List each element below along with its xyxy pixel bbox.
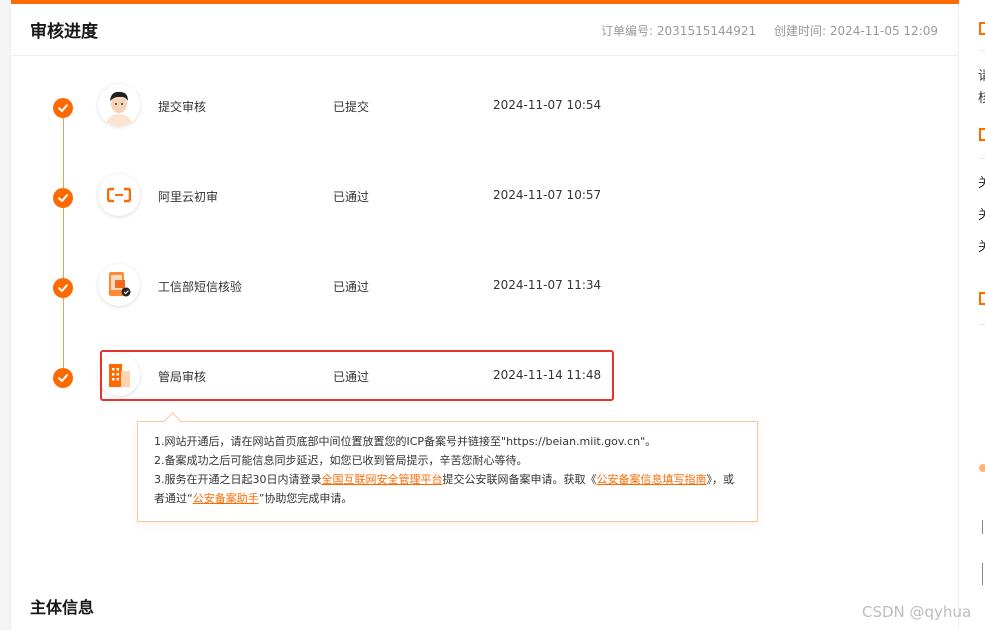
left-gutter: [0, 0, 10, 630]
sidebar-dot-icon: [979, 464, 985, 472]
timeline-rail: [63, 118, 64, 188]
step-time: 2024-11-07 11:34: [493, 278, 602, 292]
check-icon: [53, 98, 73, 118]
page: 审核进度 订单编号: 2031515144921 创建时间: 2024-11-0…: [0, 0, 985, 630]
step-status: 已通过: [333, 190, 370, 204]
sidebar-text: 请: [978, 69, 985, 84]
tip-line-3: 3.服务在开通之日起30日内请登录全国互联网安全管理平台提交公安联网备案申请。获…: [154, 473, 734, 505]
aliyun-logo-icon: [98, 174, 140, 216]
sidebar-tick: [982, 563, 983, 585]
step-name: 阿里云初审: [158, 190, 219, 204]
police-guide-link[interactable]: 公安备案信息填写指南: [597, 473, 707, 486]
timeline-rail: [63, 208, 64, 278]
police-assistant-link[interactable]: 公安备案助手: [193, 492, 259, 505]
step-time: 2024-11-07 10:54: [493, 98, 602, 112]
section-title-subject-info: 主体信息: [30, 598, 95, 617]
review-progress-panel: 审核进度 订单编号: 2031515144921 创建时间: 2024-11-0…: [10, 0, 960, 630]
popover-arrow: [163, 412, 182, 431]
sidebar-text: 核: [978, 91, 985, 106]
watermark: CSDN @qyhua: [862, 603, 972, 621]
sidebar-link[interactable]: 关: [978, 204, 985, 223]
sidebar-divider: [979, 158, 985, 159]
order-number: 订单编号: 2031515144921: [601, 24, 757, 38]
sidebar-marker-icon: [979, 22, 985, 35]
panel-accent-bar: [11, 0, 960, 4]
tip-line-2: 2.备案成功之后可能信息同步延迟，如您已收到管局提示，辛苦您耐心等待。: [154, 454, 528, 467]
order-meta: 订单编号: 2031515144921 创建时间: 2024-11-05 12:…: [601, 22, 938, 39]
step-status: 已通过: [333, 280, 370, 294]
sidebar-divider: [979, 324, 985, 325]
check-icon: [53, 368, 73, 388]
person-avatar-icon: [98, 84, 140, 126]
sidebar-link[interactable]: 关: [978, 236, 985, 255]
created-time: 创建时间: 2024-11-05 12:09: [774, 24, 938, 38]
header-divider: [11, 55, 960, 56]
check-icon: [53, 188, 73, 208]
tip-line-1: 1.网站开通后，请在网站首页底部中间位置放置您的ICP备案号并链接至"https…: [154, 435, 657, 448]
step-name: 提交审核: [158, 100, 207, 114]
step-time: 2024-11-07 10:57: [493, 188, 602, 202]
sidebar-divider: [979, 50, 985, 51]
sidebar-link[interactable]: 关: [978, 172, 985, 191]
sidebar-marker-icon: [979, 292, 985, 305]
sidebar-marker-icon: [979, 128, 985, 141]
highlight-box: [100, 350, 614, 401]
step-status: 已提交: [333, 100, 370, 114]
step-name: 工信部短信核验: [158, 280, 243, 294]
security-platform-link[interactable]: 全国互联网安全管理平台: [322, 473, 443, 486]
phone-verify-icon: [98, 264, 140, 306]
check-icon: [53, 278, 73, 298]
page-title: 审核进度: [30, 22, 98, 42]
sidebar-tick: [982, 520, 983, 534]
timeline-rail: [63, 298, 64, 368]
tip-popover: 1.网站开通后，请在网站首页底部中间位置放置您的ICP备案号并链接至"https…: [137, 412, 758, 522]
